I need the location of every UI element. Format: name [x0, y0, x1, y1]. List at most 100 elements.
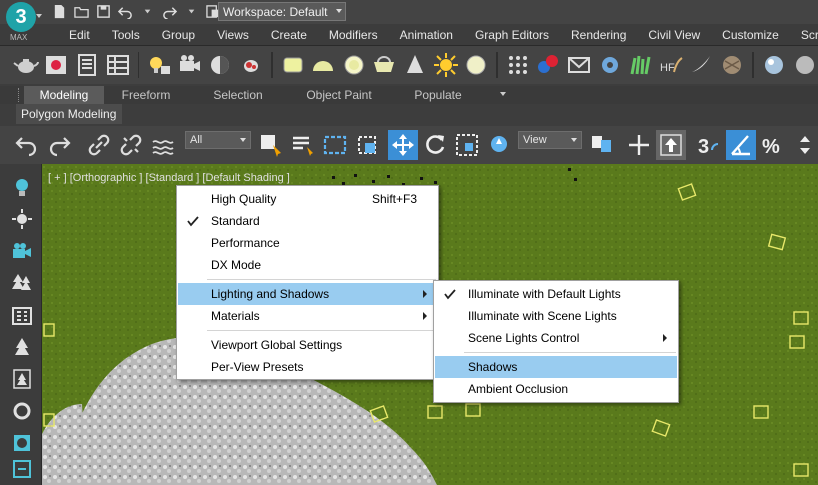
lights-button[interactable] — [9, 174, 35, 200]
molecule-button[interactable] — [535, 50, 563, 80]
helpers-button[interactable] — [9, 398, 35, 424]
select-place-button[interactable] — [484, 130, 514, 160]
workspace-dropdown[interactable]: Workspace: Default — [218, 2, 346, 21]
sun-light-button[interactable] — [9, 206, 35, 232]
basket-button[interactable] — [371, 50, 399, 80]
disc-button[interactable] — [340, 50, 368, 80]
menu-item-materials[interactable]: Materials — [178, 305, 437, 327]
redo-dropdown[interactable] — [182, 2, 200, 20]
hair-fur-button[interactable]: HF — [657, 50, 685, 80]
select-move-button[interactable] — [388, 130, 418, 160]
menu-item-lighting-and-shadows[interactable]: Lighting and Shadows — [178, 283, 437, 305]
pinecone-button[interactable] — [718, 50, 746, 80]
tab-selection[interactable]: Selection — [200, 86, 276, 104]
camera-button[interactable] — [176, 50, 204, 80]
menu-modifiers[interactable]: Modifiers — [318, 28, 389, 42]
material-editor-button[interactable] — [207, 50, 235, 80]
tab-object-paint[interactable]: Object Paint — [296, 86, 382, 104]
clay-sphere-button[interactable] — [790, 50, 818, 80]
render-frame-button[interactable] — [43, 50, 71, 80]
scene-explorer-button[interactable] — [104, 50, 132, 80]
redo-scene-button[interactable] — [44, 130, 74, 160]
menu-rendering[interactable]: Rendering — [560, 28, 637, 42]
buildings-button[interactable] — [9, 302, 35, 328]
vegetation-button[interactable] — [9, 366, 35, 392]
viewport-label-menu[interactable]: [ + ] [Orthographic ] [Standard ] [Defau… — [48, 172, 290, 184]
menu-create[interactable]: Create — [260, 28, 318, 42]
menu-item-ambient-occlusion[interactable]: Ambient Occlusion — [435, 378, 677, 400]
angle-snap-button[interactable] — [726, 130, 756, 160]
unlink-button[interactable] — [116, 130, 146, 160]
menu-views[interactable]: Views — [206, 28, 260, 42]
ribbon-grip[interactable] — [18, 88, 21, 102]
envelope-button[interactable] — [565, 50, 593, 80]
glass-sphere-button[interactable] — [760, 50, 788, 80]
menu-item-scene-lights-control[interactable]: Scene Lights Control — [435, 327, 677, 349]
menu-civil-view[interactable]: Civil View — [637, 28, 711, 42]
light-lister-button[interactable] — [145, 50, 173, 80]
menu-animation[interactable]: Animation — [389, 28, 464, 42]
polygon-modeling-panel[interactable]: Polygon Modeling — [16, 104, 122, 124]
spinner-snap-button[interactable] — [790, 130, 818, 160]
select-by-name-button[interactable] — [288, 130, 318, 160]
sun-button[interactable] — [432, 50, 460, 80]
menu-group[interactable]: Group — [151, 28, 206, 42]
shapes-button[interactable] — [9, 430, 35, 456]
menu-item-viewport-global-settings[interactable]: Viewport Global Settings — [178, 334, 437, 356]
tab-freeform[interactable]: Freeform — [108, 86, 184, 104]
menu-customize[interactable]: Customize — [711, 28, 790, 42]
menu-item-illuminate-scene-lights[interactable]: Illuminate with Scene Lights — [435, 305, 677, 327]
plane-button[interactable] — [279, 50, 307, 80]
tab-populate[interactable]: Populate — [400, 86, 476, 104]
undo-dropdown[interactable] — [138, 2, 156, 20]
redo-button[interactable] — [160, 2, 178, 20]
select-rotate-button[interactable] — [420, 130, 450, 160]
ribbon-options-dropdown[interactable] — [500, 92, 506, 96]
menu-graph-editors[interactable]: Graph Editors — [464, 28, 560, 42]
save-button[interactable] — [94, 2, 112, 20]
teapot-button[interactable] — [12, 50, 40, 80]
spacewarps-button[interactable] — [9, 456, 35, 482]
menu-item-illuminate-default-lights[interactable]: Illuminate with Default Lights — [435, 283, 677, 305]
sphere-button[interactable] — [462, 50, 490, 80]
render-setup-button[interactable] — [237, 50, 265, 80]
menu-item-performance[interactable]: Performance — [178, 232, 437, 254]
menu-edit[interactable]: Edit — [58, 28, 101, 42]
select-manipulate-button[interactable] — [624, 130, 654, 160]
new-file-button[interactable] — [50, 2, 68, 20]
grass-button[interactable] — [626, 50, 654, 80]
select-object-button[interactable] — [256, 130, 286, 160]
cone-button[interactable] — [401, 50, 429, 80]
menu-item-high-quality[interactable]: High Quality Shift+F3 — [178, 188, 437, 210]
particle-button[interactable] — [504, 50, 532, 80]
menu-item-standard[interactable]: Standard — [178, 210, 437, 232]
feather-button[interactable] — [688, 50, 716, 80]
menu-scripting[interactable]: Scri — [790, 28, 818, 42]
tree-single-button[interactable] — [9, 334, 35, 360]
select-scale-button[interactable] — [452, 130, 482, 160]
gear-sphere-button[interactable] — [596, 50, 624, 80]
percent-snap-button[interactable]: % — [758, 130, 788, 160]
link-button[interactable] — [84, 130, 114, 160]
undo-button[interactable] — [116, 2, 134, 20]
keyboard-shortcut-override-button[interactable] — [656, 130, 686, 160]
trees-button[interactable] — [9, 270, 35, 296]
cameras-button[interactable] — [9, 238, 35, 264]
reference-coordinate-dropdown[interactable]: View — [518, 131, 582, 149]
layer-explorer-button[interactable] — [73, 50, 101, 80]
menu-tools[interactable]: Tools — [101, 28, 151, 42]
menu-item-shadows[interactable]: Shadows — [435, 356, 677, 378]
open-file-button[interactable] — [72, 2, 90, 20]
snaps-toggle-button[interactable]: 3 — [694, 130, 724, 160]
window-crossing-button[interactable] — [352, 130, 382, 160]
undo-scene-button[interactable] — [12, 130, 42, 160]
menu-item-per-view-presets[interactable]: Per-View Presets — [178, 356, 437, 378]
rectangular-selection-button[interactable] — [320, 130, 350, 160]
selection-filter-dropdown[interactable]: All — [185, 131, 251, 149]
use-pivot-center-button[interactable] — [586, 130, 616, 160]
menu-item-dx-mode[interactable]: DX Mode — [178, 254, 437, 276]
bind-spacewarp-button[interactable] — [148, 130, 178, 160]
tab-modeling[interactable]: Modeling — [24, 86, 104, 104]
dome-button[interactable] — [309, 50, 337, 80]
app-menu-button[interactable]: 3 MAX — [4, 2, 44, 42]
